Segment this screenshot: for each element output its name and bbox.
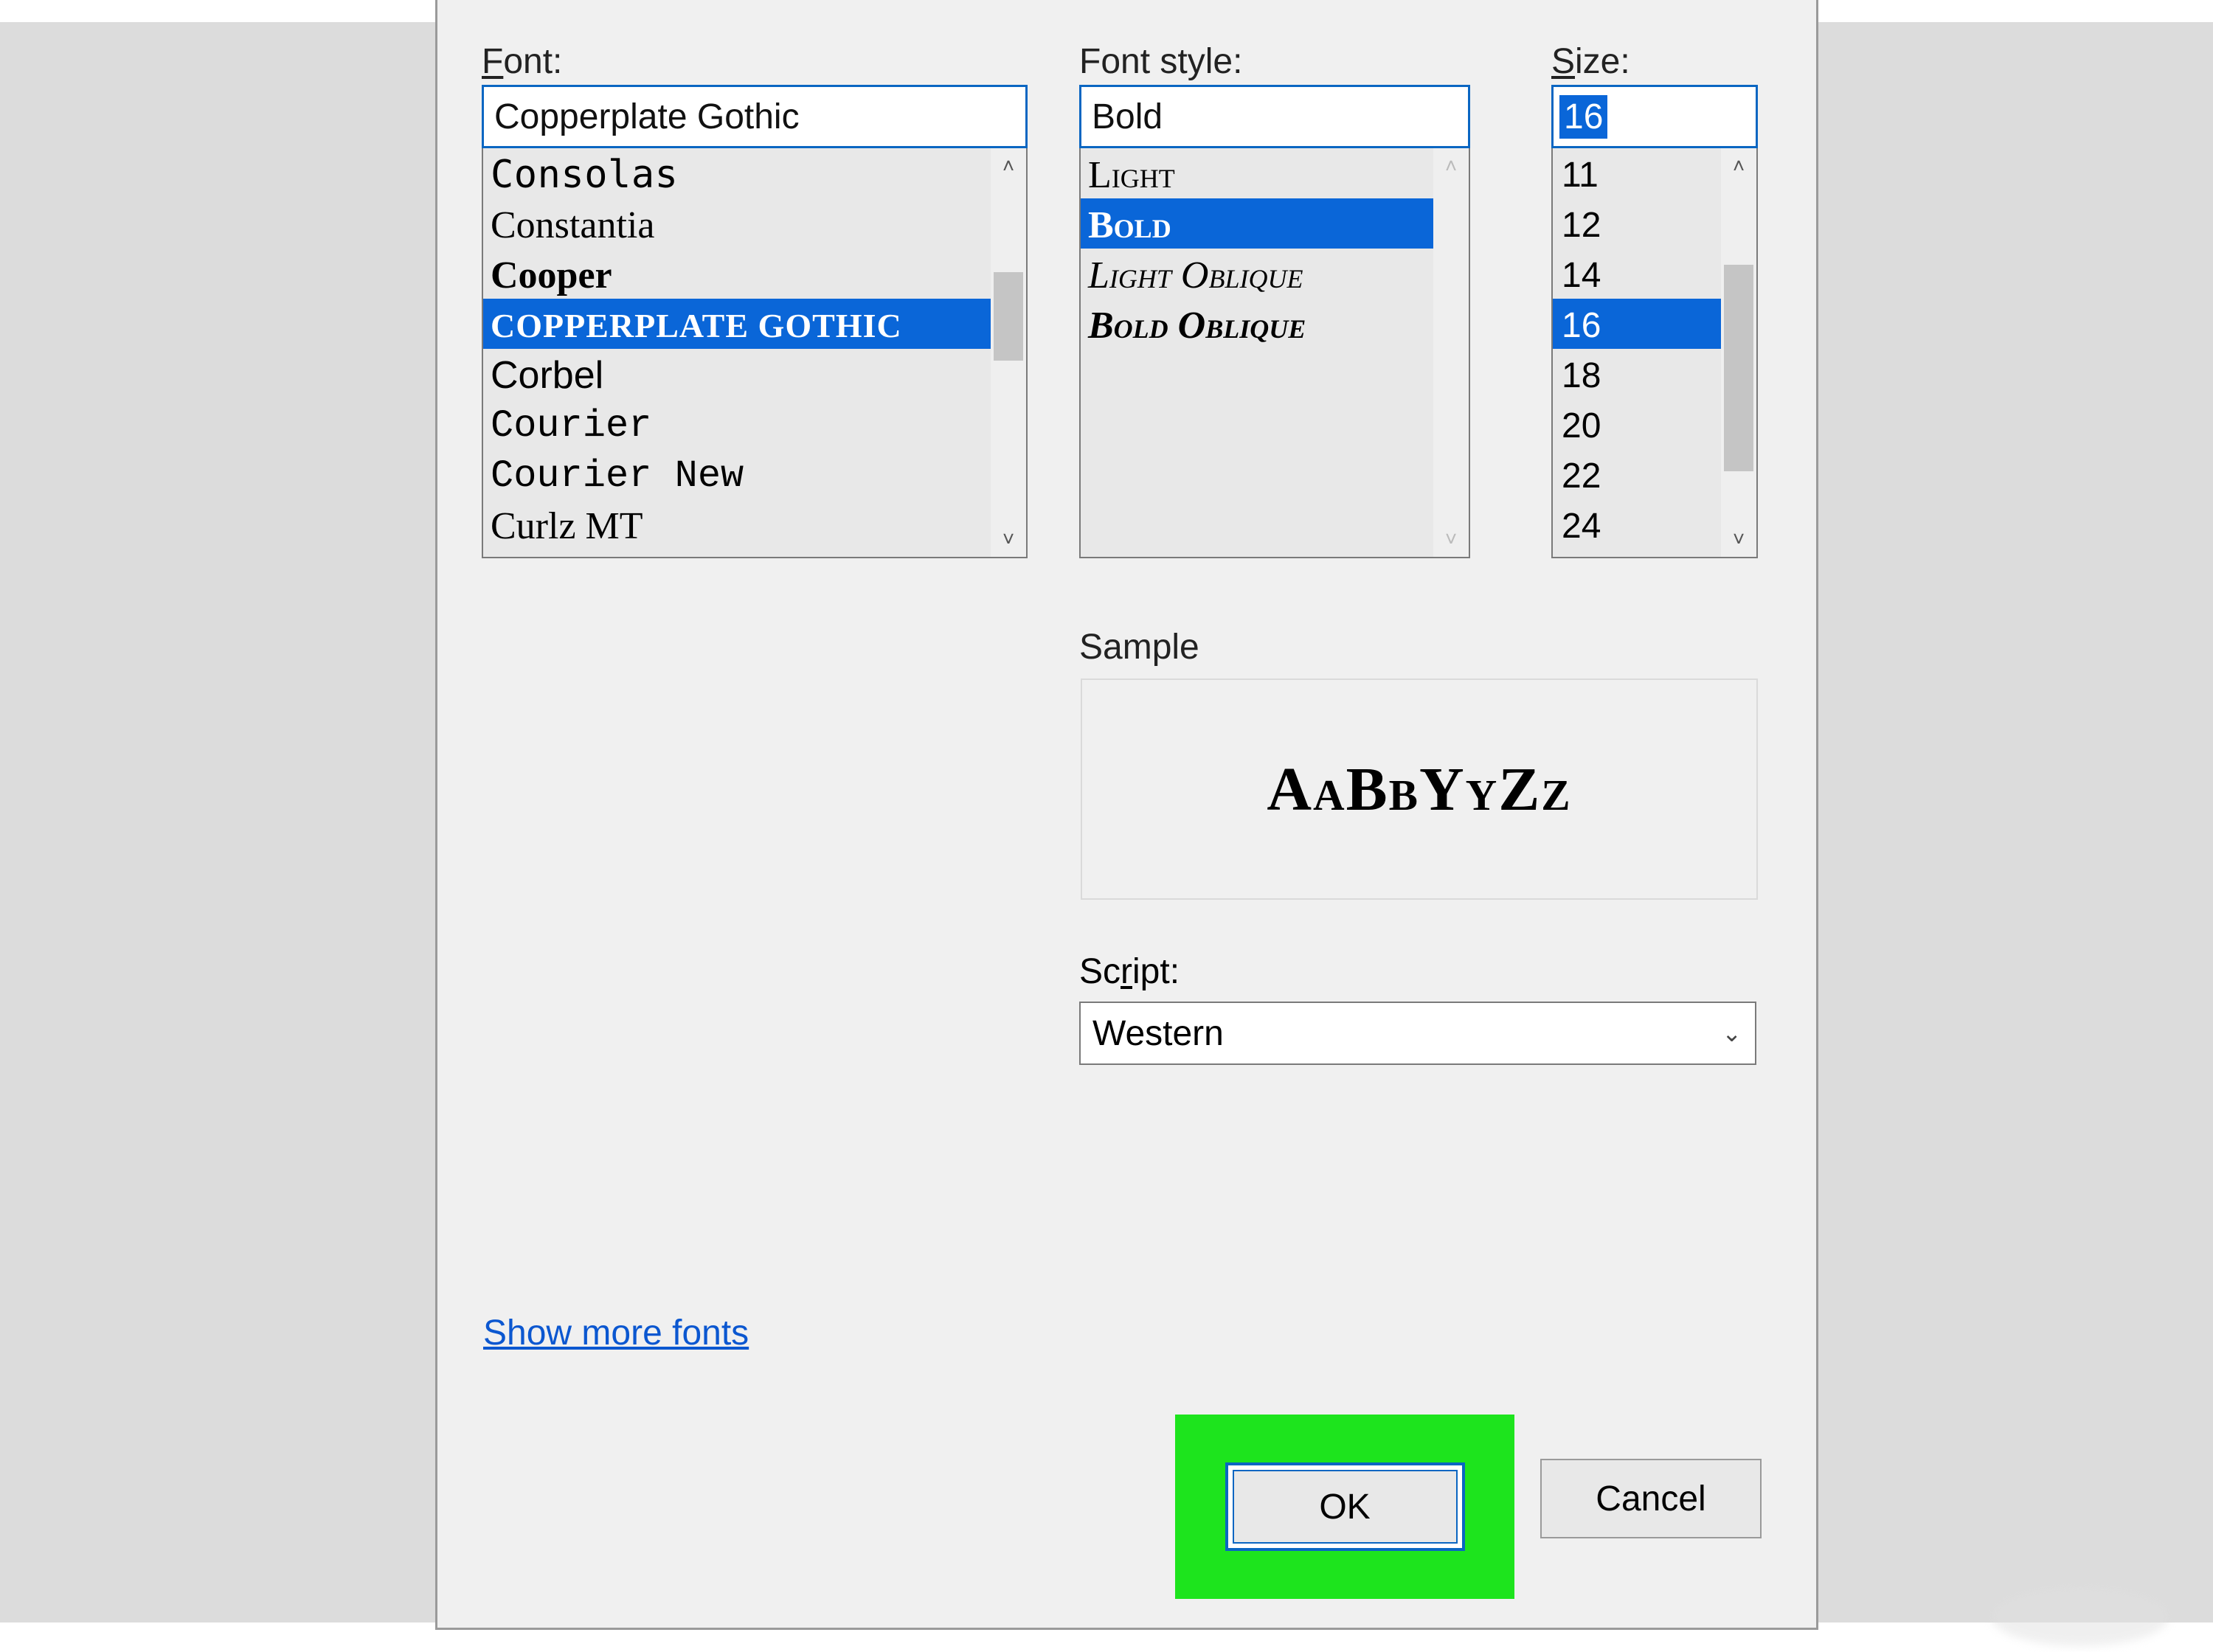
scroll-track: [1433, 184, 1469, 521]
font-dialog: Font: Copperplate Gothic ConsolasConstan…: [435, 0, 1818, 1630]
size-input[interactable]: 16: [1551, 85, 1758, 148]
font-listbox[interactable]: ConsolasConstantiaCooperCopperplate Goth…: [482, 148, 1028, 558]
scroll-thumb[interactable]: [994, 272, 1023, 361]
font-item[interactable]: Copperplate Gothic: [483, 299, 991, 349]
style-scrollbar[interactable]: ˄ ˅: [1433, 148, 1469, 557]
font-item[interactable]: Constantia: [483, 198, 991, 249]
font-item[interactable]: Courier: [483, 399, 991, 449]
size-item[interactable]: 11: [1553, 148, 1721, 198]
size-input-value: 16: [1559, 95, 1607, 139]
size-listbox[interactable]: 1112141618202224 ˄ ˅: [1551, 148, 1758, 558]
size-item[interactable]: 22: [1553, 449, 1721, 499]
font-style-input-value: Bold: [1092, 97, 1163, 137]
script-value: Western: [1092, 1013, 1224, 1054]
font-style-label: Font style:: [1079, 41, 1470, 82]
scroll-track[interactable]: [991, 184, 1026, 521]
scroll-thumb[interactable]: [1724, 265, 1753, 471]
scroll-down-icon[interactable]: ˅: [991, 521, 1026, 557]
size-item[interactable]: 20: [1553, 399, 1721, 449]
sample-box: AaBbYyZz: [1081, 678, 1758, 900]
font-style-input[interactable]: Bold: [1079, 85, 1470, 148]
show-more-fonts-link[interactable]: Show more fonts: [483, 1313, 749, 1353]
sample-label: Sample: [1079, 627, 1199, 667]
size-column: Size: 16 1112141618202224 ˄ ˅: [1551, 41, 1758, 558]
script-select[interactable]: Western ⌄: [1079, 1002, 1756, 1065]
shadow-glow: [1992, 1587, 2169, 1646]
scroll-up-icon[interactable]: ˄: [1721, 148, 1756, 184]
size-item[interactable]: 14: [1553, 249, 1721, 299]
font-item[interactable]: Corbel: [483, 349, 991, 399]
scroll-track[interactable]: [1721, 184, 1756, 521]
size-item[interactable]: 18: [1553, 349, 1721, 399]
font-style-listbox[interactable]: LightBoldLight ObliqueBold Oblique ˄ ˅: [1079, 148, 1470, 558]
scroll-up-icon[interactable]: ˄: [1433, 148, 1469, 184]
size-item[interactable]: 24: [1553, 499, 1721, 549]
font-item[interactable]: Courier New: [483, 449, 991, 499]
font-style-item[interactable]: Bold: [1081, 198, 1433, 249]
scroll-down-icon[interactable]: ˅: [1433, 521, 1469, 557]
size-item[interactable]: 16: [1553, 299, 1721, 349]
cancel-button[interactable]: Cancel: [1540, 1459, 1762, 1538]
size-label: Size:: [1551, 41, 1758, 82]
font-style-item[interactable]: Bold Oblique: [1081, 299, 1433, 349]
chevron-down-icon: ⌄: [1722, 1019, 1742, 1047]
ok-highlight: OK: [1175, 1415, 1514, 1599]
font-scrollbar[interactable]: ˄ ˅: [991, 148, 1026, 557]
font-input-value: Copperplate Gothic: [494, 97, 800, 137]
size-item[interactable]: 12: [1553, 198, 1721, 249]
font-column: Font: Copperplate Gothic ConsolasConstan…: [482, 41, 1028, 558]
sample-text: AaBbYyZz: [1267, 754, 1571, 825]
script-label: Script:: [1079, 951, 1180, 992]
font-item[interactable]: Consolas: [483, 148, 991, 198]
font-item[interactable]: Curlz MT: [483, 499, 991, 549]
font-style-item[interactable]: Light: [1081, 148, 1433, 198]
font-input[interactable]: Copperplate Gothic: [482, 85, 1028, 148]
scroll-down-icon[interactable]: ˅: [1721, 521, 1756, 557]
ok-button[interactable]: OK: [1233, 1470, 1458, 1544]
font-label: Font:: [482, 41, 1028, 82]
size-scrollbar[interactable]: ˄ ˅: [1721, 148, 1756, 557]
font-style-item[interactable]: Light Oblique: [1081, 249, 1433, 299]
ok-button-focus: OK: [1225, 1462, 1465, 1551]
font-style-column: Font style: Bold LightBoldLight ObliqueB…: [1079, 41, 1470, 558]
font-item[interactable]: Cooper: [483, 249, 991, 299]
scroll-up-icon[interactable]: ˄: [991, 148, 1026, 184]
